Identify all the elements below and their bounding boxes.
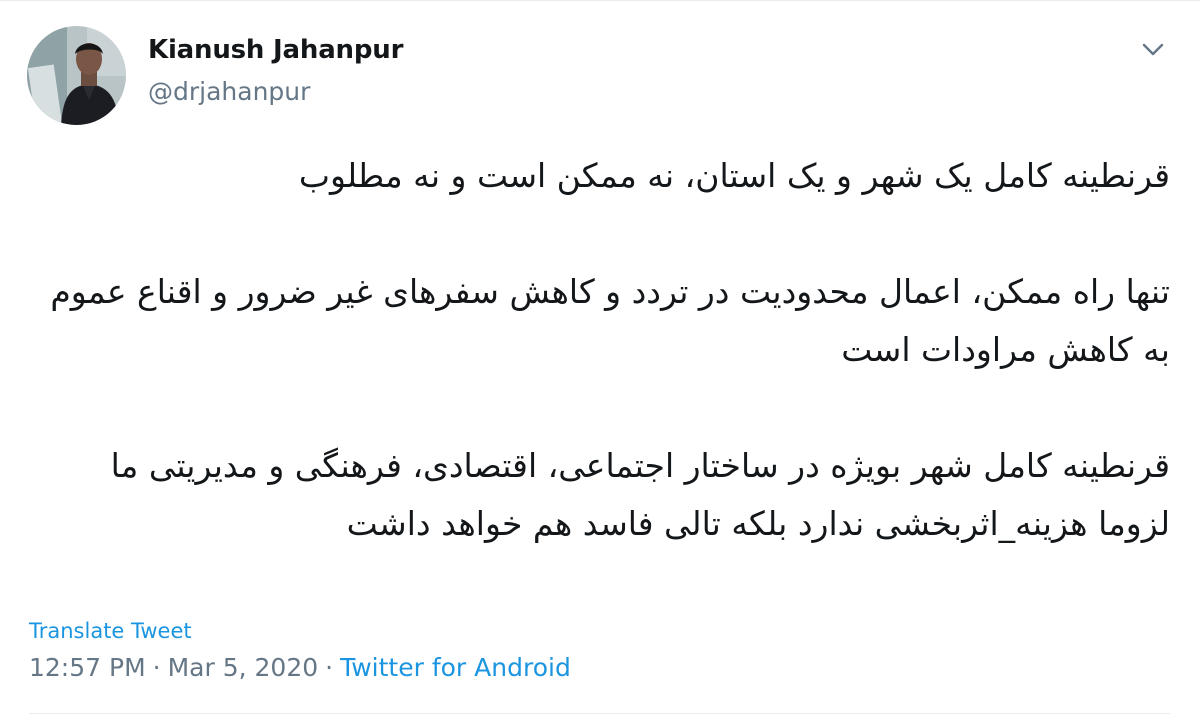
tweet-paragraph: تنها راه ممکن، اعمال محدودیت در تردد و ک… — [50, 272, 1170, 369]
translate-tweet-link[interactable]: Translate Tweet — [29, 619, 192, 643]
tweet-card: Kianush Jahanpur @drjahanpur قرنطینه کام… — [0, 0, 1200, 722]
author-handle[interactable]: @drjahanpur — [148, 77, 310, 106]
tweet-metadata: 12:57 PM · Mar 5, 2020 · Twitter for Android — [29, 653, 571, 682]
chevron-down-icon — [1142, 43, 1164, 56]
paragraph-spacer — [30, 379, 1170, 437]
meta-separator: · — [325, 653, 334, 682]
paragraph-spacer — [30, 205, 1170, 263]
tweet-source-link[interactable]: Twitter for Android — [340, 653, 571, 682]
tweet-menu-button[interactable] — [1136, 35, 1170, 65]
tweet-paragraph: قرنطینه کامل شهر بویژه در ساختار اجتماعی… — [110, 446, 1170, 543]
tweet-date[interactable]: Mar 5, 2020 — [168, 653, 319, 682]
tweet-text: قرنطینه کامل یک شهر و یک استان، نه ممکن … — [30, 147, 1170, 553]
meta-separator: · — [152, 653, 161, 682]
tweet-time[interactable]: 12:57 PM — [29, 653, 146, 682]
avatar[interactable] — [27, 26, 126, 125]
author-name[interactable]: Kianush Jahanpur — [148, 35, 403, 65]
tweet-paragraph: قرنطینه کامل یک شهر و یک استان، نه ممکن … — [298, 156, 1170, 195]
divider — [29, 713, 1170, 714]
avatar-photo — [27, 26, 126, 125]
